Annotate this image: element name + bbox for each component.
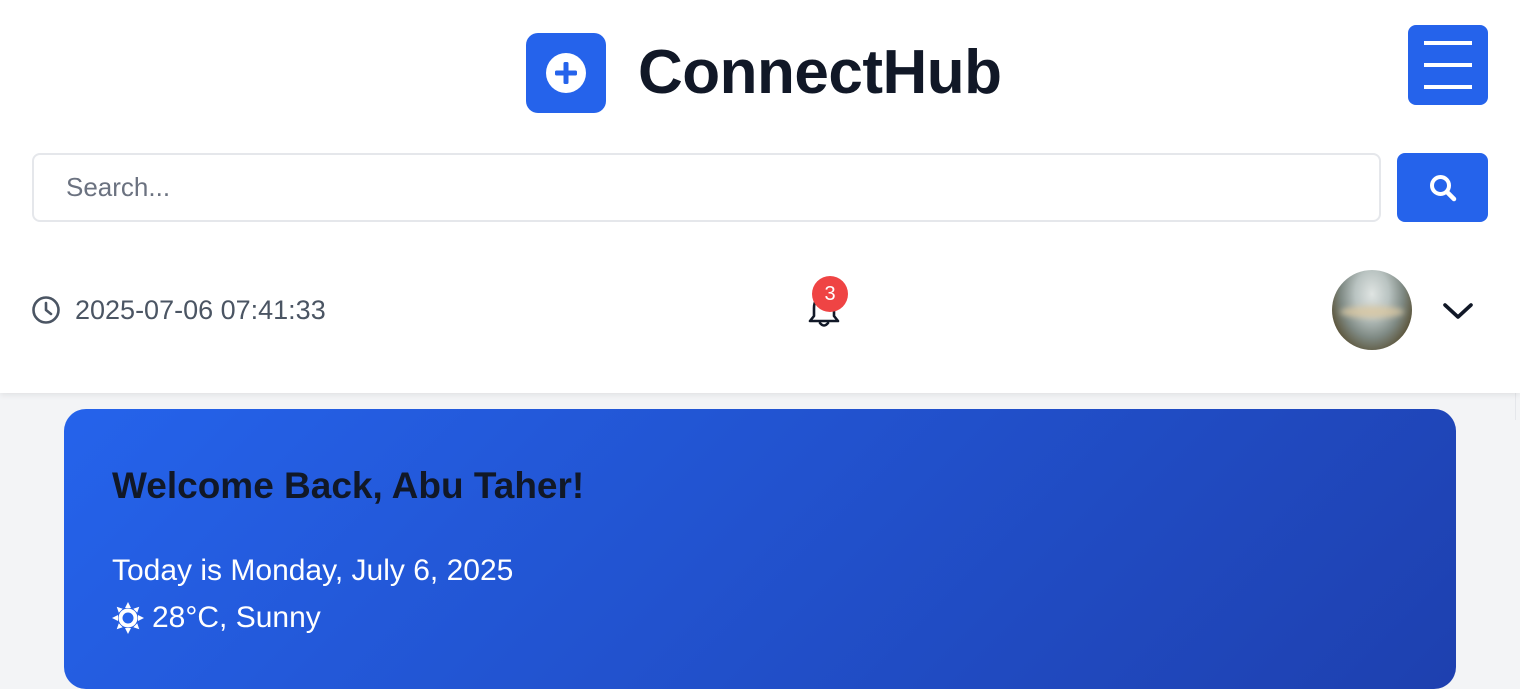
plus-circle-icon <box>546 53 586 93</box>
search-button[interactable] <box>1397 153 1488 222</box>
today-date: Today is Monday, July 6, 2025 <box>112 554 514 587</box>
search-input[interactable] <box>32 153 1381 222</box>
brand[interactable]: ConnectHub <box>526 33 1002 113</box>
notification-badge: 3 <box>812 276 848 312</box>
menu-button[interactable] <box>1408 25 1488 105</box>
datetime-text: 2025-07-06 07:41:33 <box>75 294 326 325</box>
welcome-title: Welcome Back, Abu Taher! <box>112 465 585 506</box>
hamburger-icon <box>1424 41 1472 89</box>
weather-text: 28°C, Sunny <box>152 601 321 634</box>
chevron-down-icon[interactable] <box>1438 294 1478 328</box>
brand-name: ConnectHub <box>638 38 1002 107</box>
welcome-card: Welcome Back, Abu Taher! Today is Monday… <box>64 409 1456 689</box>
logo <box>526 33 606 113</box>
avatar[interactable] <box>1332 270 1412 350</box>
datetime-display: 2025-07-06 07:41:33 <box>31 292 326 328</box>
top-header: ConnectHub 2025-07-06 07:41:33 3 <box>0 0 1520 393</box>
weather-info: 28°C, Sunny <box>112 601 321 635</box>
search-icon <box>1429 174 1456 201</box>
sun-icon <box>112 602 144 634</box>
clock-icon <box>32 296 60 324</box>
avatar-image-detail <box>1340 306 1404 318</box>
